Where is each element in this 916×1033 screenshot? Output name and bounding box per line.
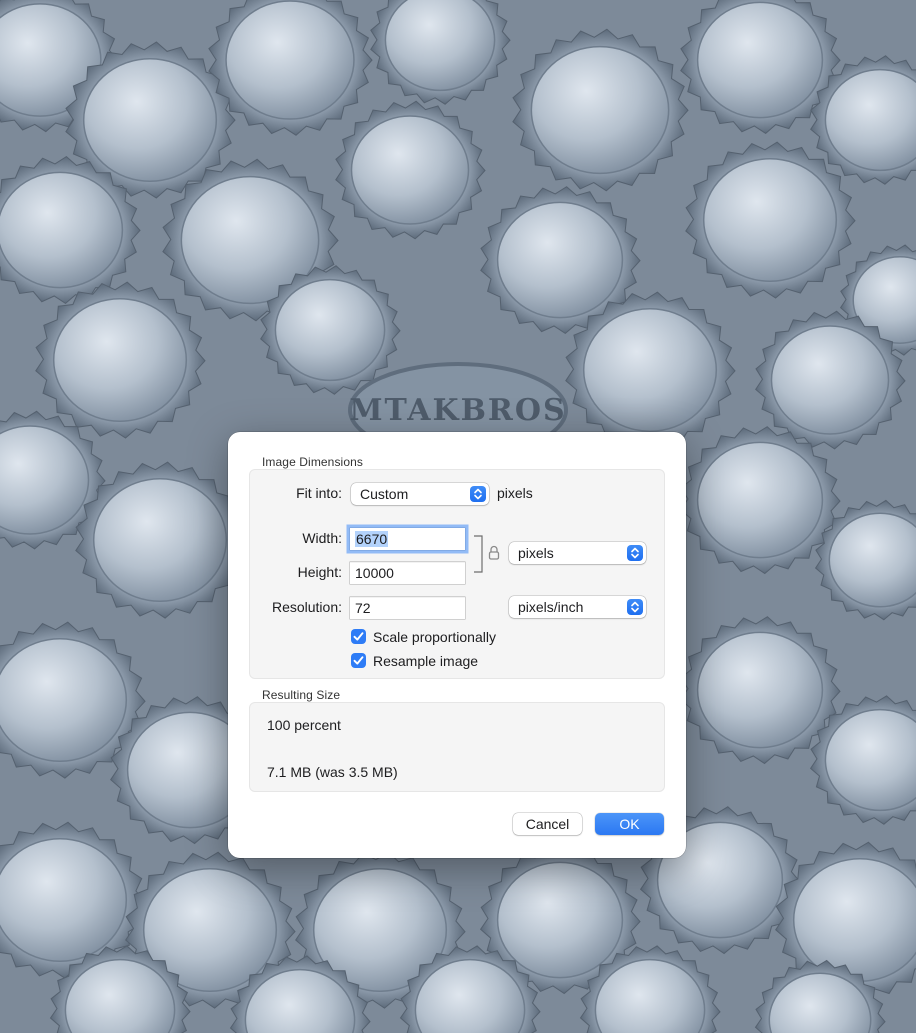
fit-into-label: Fit into: [296, 485, 342, 501]
resolution-value: 72 [355, 600, 371, 616]
resample-image-checkbox[interactable] [351, 653, 366, 668]
fit-into-value: Custom [360, 486, 409, 502]
image-dimensions-label: Image Dimensions [262, 455, 363, 469]
resample-image-label[interactable]: Resample image [373, 653, 478, 669]
chevron-updown-icon [627, 599, 643, 615]
result-size: 7.1 MB (was 3.5 MB) [267, 764, 398, 780]
lock-icon[interactable] [488, 545, 500, 561]
ok-button[interactable]: OK [595, 813, 664, 835]
resolution-unit-popup[interactable]: pixels/inch [509, 596, 646, 618]
checkmark-icon [353, 656, 364, 665]
background-logo-text: MTAKBROS [349, 393, 566, 428]
width-field[interactable]: 6670 [350, 528, 465, 550]
chevron-updown-icon [470, 486, 486, 502]
dimension-unit-popup[interactable]: pixels [509, 542, 646, 564]
checkmark-icon [353, 632, 364, 641]
resolution-label: Resolution: [271, 599, 342, 615]
dimension-unit-value: pixels [518, 545, 554, 561]
height-label: Height: [297, 564, 342, 580]
resolution-field[interactable]: 72 [350, 597, 465, 619]
image-dimensions-dialog: Image Dimensions Fit into: Custom pixels… [228, 432, 686, 858]
result-percent: 100 percent [267, 717, 341, 733]
width-value: 6670 [355, 531, 389, 547]
fit-into-popup[interactable]: Custom [351, 483, 489, 505]
resulting-size-label: Resulting Size [262, 688, 341, 702]
width-label: Width: [302, 530, 342, 546]
height-field[interactable]: 10000 [350, 562, 465, 584]
resolution-unit-value: pixels/inch [518, 599, 584, 615]
scale-proportionally-label[interactable]: Scale proportionally [373, 629, 496, 645]
constrain-bracket [474, 535, 483, 573]
cancel-button[interactable]: Cancel [513, 813, 582, 835]
chevron-updown-icon [627, 545, 643, 561]
fit-into-unit: pixels [497, 485, 533, 501]
scale-proportionally-checkbox[interactable] [351, 629, 366, 644]
height-value: 10000 [355, 565, 394, 581]
